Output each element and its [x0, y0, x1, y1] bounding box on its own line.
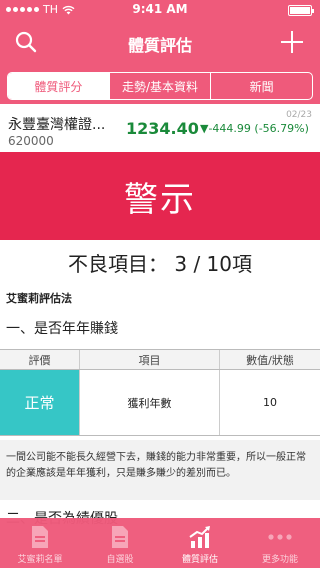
tabbar-label: 自選股: [106, 555, 134, 565]
method-title: 艾蜜莉評估法: [6, 292, 72, 305]
document-icon: [32, 526, 48, 548]
stock-summary[interactable]: 永豐臺灣權證... 620000 1234.40 ▼-444.99 (-56.7…: [0, 104, 320, 152]
clock: 9:41 AM: [132, 2, 188, 16]
tabbar-label: 更多功能: [261, 555, 298, 565]
add-button[interactable]: [278, 28, 306, 56]
tab-bar: 艾蜜莉名單 自選股 體質評估 更多功能: [0, 518, 320, 568]
item-cell: 獲利年數: [80, 370, 220, 435]
navbar: 體質評估: [0, 22, 320, 62]
chart-icon: [189, 526, 210, 548]
stock-code: 620000: [8, 134, 54, 148]
stock-change: ▼-444.99 (-56.79%): [200, 122, 309, 135]
more-icon: [268, 534, 292, 540]
battery-icon: [288, 5, 314, 16]
tabbar-item-more[interactable]: 更多功能: [240, 518, 320, 568]
status-bar: TH 9:41 AM: [0, 0, 320, 20]
column-header-rating: 評價: [0, 350, 80, 369]
stock-price: 1234.40: [126, 119, 199, 138]
table-header: 評價 項目 數值/狀態: [0, 350, 320, 370]
tab-news[interactable]: 新聞: [210, 73, 312, 99]
warning-banner: 警示: [0, 152, 320, 240]
table-row: 正常 獲利年數 10: [0, 370, 320, 436]
rating-badge: 正常: [0, 370, 80, 435]
value-cell: 10: [263, 396, 277, 409]
page-title: 體質評估: [127, 36, 192, 55]
tabbar-item-health[interactable]: 體質評估: [160, 518, 240, 568]
column-header-value: 數值/狀態: [246, 353, 294, 367]
plus-icon: [281, 31, 303, 53]
tabbar-item-watchlist[interactable]: 自選股: [80, 518, 160, 568]
tab-trend-basic[interactable]: 走勢/基本資料: [108, 73, 211, 99]
section-title: 一、是否年年賺錢: [6, 321, 118, 337]
stock-date: 02/23: [286, 110, 312, 120]
explanation-note: 一間公司能不能長久經營下去，賺錢的能力非常重要，所以一般正常的企業應該是年年獲利…: [0, 440, 320, 500]
tab-score[interactable]: 體質評分: [8, 73, 109, 99]
evaluation-table: 評價 項目 數值/狀態 正常 獲利年數 10: [0, 349, 320, 436]
tabbar-label: 艾蜜莉名單: [17, 555, 63, 565]
tabbar-label: 體質評估: [181, 555, 218, 565]
header: TH 9:41 AM 體質評估 體質評分 走勢/基本資料 新聞: [0, 0, 320, 104]
segmented-tabs: 體質評分 走勢/基本資料 新聞: [7, 72, 313, 100]
bad-items-count: 不良項目： 3 / 10項: [68, 252, 252, 276]
document-icon: [112, 526, 128, 548]
stock-name: 永豐臺灣權證...: [8, 117, 106, 133]
tabbar-item-emily-list[interactable]: 艾蜜莉名單: [0, 518, 80, 568]
column-header-item: 項目: [80, 350, 220, 369]
